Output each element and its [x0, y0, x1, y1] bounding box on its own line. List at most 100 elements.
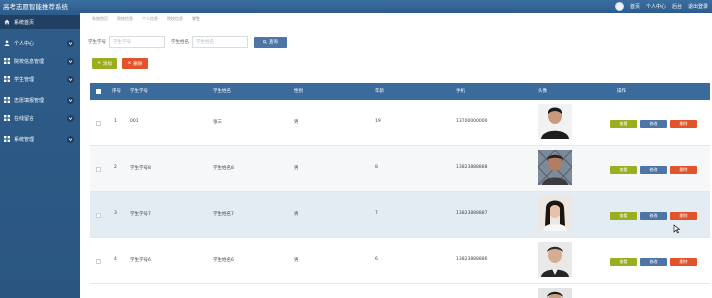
col-actions: 操作 — [617, 89, 626, 94]
student-name-input[interactable]: 学生姓名 — [192, 36, 248, 48]
delete-button[interactable]: 删除 — [670, 258, 697, 266]
student-id-label: 学生学号 — [88, 40, 106, 45]
top-profile-link[interactable]: 个人中心 — [646, 3, 666, 10]
row-phone: 13823888887 — [456, 211, 488, 216]
add-button[interactable]: + 添加 — [92, 58, 117, 69]
table-row[interactable]: 4 学生学号6 学生姓名6 男 6 13823888886 查看 修改 删除 — [90, 238, 710, 284]
col-index: 序号 — [112, 89, 121, 94]
row-gender: 男 — [294, 258, 299, 263]
edit-button[interactable]: 修改 — [640, 258, 667, 266]
sidebar-item-system[interactable]: 系统管理 — [0, 132, 80, 146]
table-row[interactable]: 1 001 张三 男 19 13700000000 查看 修改 删除 — [90, 100, 710, 146]
student-photo — [538, 196, 572, 231]
search-button-label: 查询 — [269, 40, 278, 45]
row-checkbox[interactable] — [96, 121, 101, 126]
chevron-down-icon[interactable] — [67, 40, 74, 47]
search-button[interactable]: 查询 — [254, 36, 287, 48]
sidebar-item-label: 院校信息管理 — [14, 58, 45, 65]
row-student-id: 学生学号8 — [130, 166, 151, 171]
view-button[interactable]: 查看 — [610, 258, 637, 266]
col-student-id: 学生学号 — [130, 89, 148, 94]
sidebar-item-college[interactable]: 院校信息管理 — [0, 54, 80, 68]
edit-button[interactable]: 修改 — [640, 120, 667, 128]
select-all-checkbox[interactable] — [96, 89, 101, 94]
view-button[interactable]: 查看 — [610, 166, 637, 174]
sidebar: 系统首页 个人中心 院校信息管理 学生管理 志愿填报管理 在线留言 系统管理 — [0, 13, 80, 298]
student-name-label: 学生姓名 — [171, 40, 189, 45]
row-name: 张三 — [213, 120, 222, 125]
sidebar-item-applications[interactable]: 志愿填报管理 — [0, 93, 80, 107]
top-home-link[interactable]: 首页 — [630, 3, 640, 10]
chevron-down-icon[interactable] — [67, 136, 74, 143]
sidebar-item-profile[interactable]: 个人中心 — [0, 36, 80, 50]
col-age: 年龄 — [375, 89, 384, 94]
chevron-down-icon[interactable] — [67, 76, 74, 83]
breadcrumb-item[interactable]: 系统首页 — [90, 15, 110, 23]
chevron-down-icon[interactable] — [67, 58, 74, 65]
avatar[interactable] — [614, 2, 624, 11]
row-age: 7 — [375, 211, 378, 216]
plus-icon: + — [97, 61, 101, 66]
student-photo — [538, 288, 572, 298]
main-content: 系统首页 院校信息 个人信息 院校信息 学生 学生学号 学生学号 学生姓名 学生… — [80, 13, 712, 298]
row-name: 学生姓名7 — [213, 212, 234, 217]
grid-icon — [4, 115, 10, 121]
sidebar-item-label: 个人中心 — [14, 40, 35, 47]
bulk-delete-button[interactable]: × 删除 — [122, 58, 148, 69]
row-actions: 查看 修改 删除 — [610, 166, 697, 174]
chevron-down-icon[interactable] — [67, 115, 74, 122]
row-age: 8 — [375, 165, 378, 170]
action-bar: + 添加 × 删除 — [92, 58, 148, 69]
close-icon: × — [127, 61, 132, 66]
delete-button[interactable]: 删除 — [670, 212, 697, 220]
delete-button[interactable]: 删除 — [670, 120, 697, 128]
breadcrumb-item[interactable]: 院校信息 — [115, 15, 135, 23]
row-checkbox[interactable] — [96, 259, 101, 264]
sidebar-item-messages[interactable]: 在线留言 — [0, 111, 80, 125]
delete-button[interactable]: 删除 — [670, 166, 697, 174]
row-student-id: 学生学号7 — [130, 212, 151, 217]
student-photo — [538, 242, 572, 277]
row-age: 19 — [375, 119, 381, 124]
col-avatar: 头像 — [538, 89, 547, 94]
col-gender: 性别 — [294, 89, 303, 94]
row-name: 学生姓名6 — [213, 258, 234, 263]
table-row[interactable]: 3 学生学号7 学生姓名7 男 7 13823888887 查看 修改 删除 — [90, 192, 710, 238]
row-actions: 查看 修改 删除 — [610, 120, 697, 128]
edit-button[interactable]: 修改 — [640, 212, 667, 220]
table-row[interactable] — [90, 284, 710, 298]
student-id-input[interactable]: 学生学号 — [109, 36, 165, 48]
view-button[interactable]: 查看 — [610, 120, 637, 128]
row-gender: 男 — [294, 212, 299, 217]
row-checkbox[interactable] — [96, 213, 101, 218]
row-index: 3 — [114, 211, 117, 216]
row-phone: 13823888886 — [456, 257, 488, 262]
breadcrumb-item[interactable]: 学生 — [190, 15, 202, 23]
sidebar-item-label: 系统首页 — [14, 19, 35, 26]
search-icon — [263, 40, 267, 44]
breadcrumb: 系统首页 院校信息 个人信息 院校信息 学生 — [90, 15, 202, 23]
top-logout-link[interactable]: 退出登录 — [688, 3, 708, 10]
breadcrumb-item[interactable]: 个人信息 — [140, 15, 160, 23]
search-bar: 学生学号 学生学号 学生姓名 学生姓名 查询 — [88, 36, 287, 48]
chevron-down-icon[interactable] — [67, 97, 74, 104]
row-index: 2 — [114, 165, 117, 170]
student-photo — [538, 104, 572, 139]
table-header: 序号 学生学号 学生姓名 性别 年龄 手机 头像 操作 — [90, 83, 710, 100]
row-checkbox[interactable] — [96, 167, 101, 172]
sidebar-item-students[interactable]: 学生管理 — [0, 72, 80, 86]
table-row[interactable]: 2 学生学号8 学生姓名8 男 8 13823888888 查看 修改 删除 — [90, 146, 710, 192]
row-actions: 查看 修改 删除 — [610, 212, 697, 220]
row-age: 6 — [375, 257, 378, 262]
breadcrumb-item[interactable]: 院校信息 — [165, 15, 185, 23]
row-gender: 男 — [294, 166, 299, 171]
row-index: 4 — [114, 257, 117, 262]
student-photo — [538, 150, 572, 185]
top-admin-link[interactable]: 后台 — [672, 3, 682, 10]
app-title: 高考志愿智能推荐系统 — [3, 3, 68, 11]
edit-button[interactable]: 修改 — [640, 166, 667, 174]
sidebar-item-home[interactable]: 系统首页 — [0, 15, 80, 29]
view-button[interactable]: 查看 — [610, 212, 637, 220]
row-student-id: 001 — [130, 119, 139, 124]
grid-icon — [4, 76, 10, 82]
